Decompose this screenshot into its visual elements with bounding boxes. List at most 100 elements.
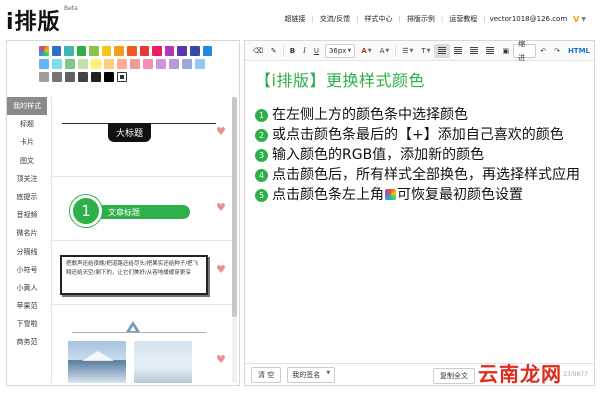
style-card-textbox[interactable]: 把歌声还给夜晚/把道路还给尽头/把果实还给种子/把飞翔还给天空/剩下的，让它们美… bbox=[52, 241, 233, 305]
background-color-button[interactable]: A ▼ bbox=[376, 44, 394, 58]
align-right-icon[interactable] bbox=[466, 44, 482, 58]
font-color-button[interactable]: A ▼ bbox=[357, 44, 375, 58]
nav-tutorials[interactable]: 运营教程 bbox=[443, 14, 483, 24]
heart-icon[interactable]: ♥ bbox=[216, 202, 226, 213]
style-tab[interactable]: 音视频 bbox=[7, 206, 47, 224]
color-swatch[interactable] bbox=[104, 72, 114, 82]
style-tab[interactable]: 下雪啦 bbox=[7, 315, 47, 333]
nav-hyperlink[interactable]: 超链接 bbox=[278, 14, 311, 24]
redo-icon[interactable]: ↷ bbox=[550, 44, 564, 58]
italic-button[interactable]: I bbox=[299, 44, 310, 58]
signature-select[interactable]: 我的签名 ▼ bbox=[287, 366, 336, 383]
font-size-select[interactable]: 36px ▼ bbox=[324, 43, 356, 58]
copy-all-button[interactable]: 复制全文 bbox=[433, 368, 475, 384]
color-swatch[interactable] bbox=[91, 59, 101, 69]
style-card-image[interactable]: ♥ bbox=[52, 305, 233, 383]
style-tab[interactable]: 分隔线 bbox=[7, 243, 47, 261]
color-swatch[interactable] bbox=[156, 59, 166, 69]
format-brush-icon[interactable]: ✎ bbox=[267, 44, 281, 58]
font-size-value: 36px bbox=[328, 46, 347, 55]
color-swatch[interactable] bbox=[101, 46, 112, 56]
color-swatch[interactable] bbox=[104, 59, 114, 69]
color-swatch[interactable] bbox=[202, 46, 213, 56]
clear-button[interactable]: 清 空 bbox=[251, 366, 282, 383]
color-swatch[interactable] bbox=[195, 59, 205, 69]
heart-icon[interactable]: ♥ bbox=[216, 126, 226, 137]
style-tab[interactable]: 微名片 bbox=[7, 224, 47, 242]
text-format-button[interactable]: T ▼ bbox=[417, 44, 434, 58]
color-swatch[interactable] bbox=[78, 59, 88, 69]
color-swatch[interactable] bbox=[52, 59, 62, 69]
color-swatch[interactable] bbox=[51, 46, 62, 56]
color-swatch[interactable] bbox=[91, 72, 101, 82]
style-tab[interactable]: 底提示 bbox=[7, 188, 47, 206]
indent-button[interactable]: 缩进 bbox=[513, 40, 537, 62]
style-tab[interactable]: 我的样式 bbox=[7, 97, 47, 116]
nav-feedback[interactable]: 交流/反馈 bbox=[314, 14, 356, 24]
color-swatch[interactable] bbox=[117, 59, 127, 69]
color-swatch[interactable] bbox=[65, 59, 75, 69]
nav-layout-examples[interactable]: 排版示例 bbox=[401, 14, 441, 24]
color-swatch[interactable] bbox=[65, 72, 75, 82]
style-tab[interactable]: 卡片 bbox=[7, 133, 47, 151]
user-email[interactable]: vector1018@126.com bbox=[486, 15, 572, 23]
color-swatch[interactable] bbox=[130, 59, 140, 69]
color-swatch[interactable] bbox=[177, 46, 187, 56]
heart-icon[interactable]: ♥ bbox=[216, 264, 226, 275]
bold-button[interactable]: B bbox=[286, 44, 299, 58]
color-swatch[interactable] bbox=[78, 72, 88, 82]
color-swatch[interactable] bbox=[139, 46, 150, 56]
color-swatch[interactable] bbox=[143, 59, 153, 69]
color-swatch[interactable] bbox=[189, 46, 200, 56]
html-source-button[interactable]: HTML bbox=[564, 44, 594, 58]
underline-button[interactable]: U bbox=[310, 44, 323, 58]
style-tab[interactable]: 标题 bbox=[7, 115, 47, 133]
style-card-article-title[interactable]: 1 文章标题 ♥ bbox=[52, 177, 233, 241]
style-tab[interactable]: 小符号 bbox=[7, 261, 47, 279]
style-card-title[interactable]: 大标题 ♥ bbox=[52, 97, 233, 177]
color-swatch[interactable] bbox=[39, 59, 49, 69]
list-button[interactable]: ☰ ▼ bbox=[398, 44, 417, 58]
color-swatch[interactable] bbox=[127, 46, 137, 56]
color-swatch[interactable] bbox=[182, 59, 192, 69]
content-heading: 【i排版】更换样式颜色 bbox=[255, 71, 425, 90]
style-tab[interactable]: 图文 bbox=[7, 152, 47, 170]
align-justify-icon[interactable] bbox=[482, 44, 498, 58]
step-number: 3 bbox=[255, 149, 268, 162]
color-swatch[interactable] bbox=[152, 46, 162, 56]
color-swatch[interactable] bbox=[169, 59, 179, 69]
image-icon[interactable]: ▣ bbox=[498, 44, 513, 58]
color-swatch[interactable] bbox=[64, 46, 74, 56]
eraser-icon[interactable]: ⌫ bbox=[249, 44, 267, 58]
chevron-down-icon[interactable]: ▼ bbox=[581, 16, 586, 23]
align-lines-icon bbox=[470, 47, 479, 54]
style-tab[interactable]: 小黄人 bbox=[7, 279, 47, 297]
style-tab[interactable]: 苹果范 bbox=[7, 297, 47, 315]
color-swatch[interactable] bbox=[114, 46, 125, 56]
style-tab[interactable]: 商务范 bbox=[7, 333, 47, 351]
style-tab[interactable]: 顶关注 bbox=[7, 170, 47, 188]
app-logo[interactable]: i排版 bbox=[6, 4, 61, 36]
align-lines-icon bbox=[454, 47, 463, 54]
color-swatch[interactable] bbox=[76, 46, 87, 56]
heart-icon[interactable]: ♥ bbox=[216, 354, 226, 365]
undo-icon[interactable]: ↶ bbox=[536, 44, 550, 58]
color-swatch[interactable] bbox=[89, 46, 99, 56]
step-list: 1 在左侧上方的颜色条中选择颜色 2 或点击颜色条最后的【+】添加自己喜欢的颜色 3… bbox=[255, 105, 585, 205]
style-list-scrollbar[interactable] bbox=[232, 97, 237, 383]
nav-style-center[interactable]: 样式中心 bbox=[359, 14, 399, 24]
add-color-button[interactable] bbox=[117, 72, 127, 82]
scrollbar-thumb[interactable] bbox=[232, 97, 237, 317]
editor-content[interactable]: 【i排版】更换样式颜色 1 在左侧上方的颜色条中选择颜色 2 或点击颜色条最后的【+… bbox=[255, 67, 585, 357]
color-reset-icon[interactable] bbox=[39, 46, 49, 56]
align-center-icon[interactable] bbox=[450, 44, 466, 58]
style-panel: 我的样式 标题 卡片 图文 顶关注 底提示 音视频 微名片 分隔线 小符号 小黄人 苹果范 下雪啦 商务范… bbox=[6, 40, 240, 386]
step-item: 4 点击颜色后，所有样式全部换色，再选择样式应用 bbox=[255, 165, 585, 185]
color-swatch[interactable] bbox=[52, 72, 62, 82]
vip-badge-icon[interactable]: V bbox=[573, 15, 579, 24]
align-left-icon[interactable] bbox=[434, 43, 451, 58]
toolbar-divider bbox=[395, 44, 397, 57]
color-swatch[interactable] bbox=[164, 46, 175, 56]
color-swatch[interactable] bbox=[39, 72, 49, 82]
color-reset-icon bbox=[385, 189, 396, 200]
